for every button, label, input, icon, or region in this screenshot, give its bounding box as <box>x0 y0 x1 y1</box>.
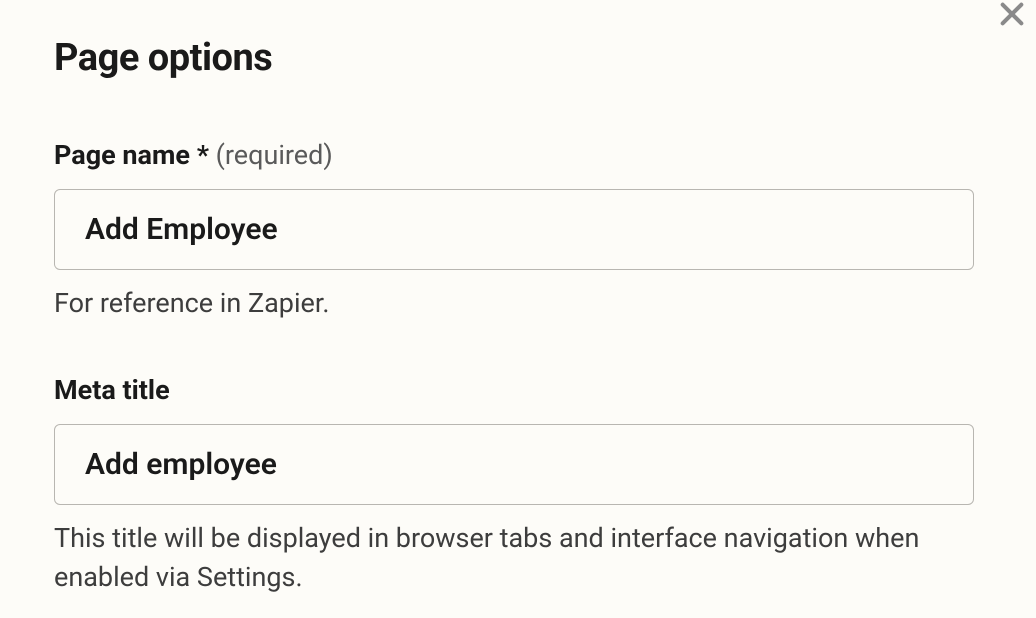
form-scroll-area[interactable]: Page name * (required) For reference in … <box>54 138 982 618</box>
meta-title-input[interactable] <box>54 424 974 505</box>
page-options-dialog: Page options Page name * (required) For … <box>0 0 1036 616</box>
close-button[interactable] <box>992 0 1032 36</box>
dialog-title: Page options <box>54 36 982 80</box>
required-mark: * <box>197 139 209 171</box>
close-icon <box>996 0 1028 34</box>
meta-title-group: Meta title This title will be displayed … <box>54 373 974 597</box>
meta-title-label-text: Meta title <box>54 374 170 406</box>
required-text: (required) <box>216 139 333 171</box>
page-name-label: Page name * (required) <box>54 138 974 173</box>
meta-title-help: This title will be displayed in browser … <box>54 519 974 597</box>
page-name-help: For reference in Zapier. <box>54 284 974 323</box>
page-name-group: Page name * (required) For reference in … <box>54 138 974 323</box>
page-name-label-text: Page name <box>54 139 190 171</box>
meta-title-label: Meta title <box>54 373 974 408</box>
page-name-input[interactable] <box>54 189 974 270</box>
